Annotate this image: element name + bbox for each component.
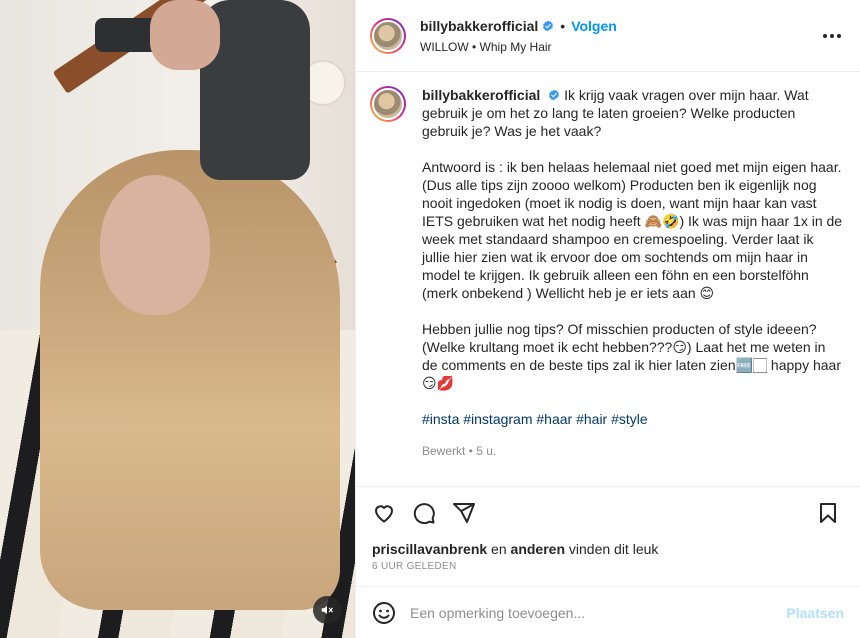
likes-connector: en [487,541,511,557]
action-bar [356,487,860,539]
caption-avatar[interactable] [370,86,406,122]
comment-button[interactable] [412,501,436,525]
caption-area: billybakkerofficial Ik krijg vaak vragen… [356,72,860,487]
mute-toggle-button[interactable] [313,596,341,624]
caption-username-link[interactable]: billybakkerofficial [422,87,540,103]
username-link[interactable]: billybakkerofficial [420,18,538,34]
comment-icon [413,503,435,525]
video-face [100,175,210,315]
verified-badge-icon [543,20,554,31]
verified-badge-icon [549,89,560,101]
share-icon [453,503,475,523]
emoji-icon [373,601,395,624]
more-options-icon [823,33,841,38]
header-row: billybakkerofficial • Volgen [420,18,820,34]
post-comment-button[interactable]: Plaatsen [786,605,844,621]
caption-avatar-image [372,88,404,120]
save-button[interactable] [816,501,840,525]
hashtags[interactable]: #insta #instagram #haar #hair #style [422,410,844,428]
comment-input[interactable] [410,604,787,621]
audio-link[interactable]: WILLOW • Whip My Hair [420,40,820,54]
share-button[interactable] [452,501,476,525]
likes-suffix: vinden dit leuk [565,541,659,557]
header-text: billybakkerofficial • Volgen WILLOW • Wh… [420,18,820,54]
post-header: billybakkerofficial • Volgen WILLOW • Wh… [356,0,860,72]
post-sidebar: billybakkerofficial • Volgen WILLOW • Wh… [355,0,860,638]
follow-button[interactable]: Volgen [571,18,617,34]
avatar-image [372,19,404,52]
caption-paragraph-3: Hebben jullie nog tips? Of misschien pro… [422,321,841,391]
separator-dot: • [560,17,566,34]
caption-paragraph-1: billybakkerofficial Ik krijg vaak vragen… [422,86,844,140]
bookmark-icon [820,503,836,523]
caption-text: billybakkerofficial Ik krijg vaak vragen… [422,86,844,460]
edited-label: Bewerkt • 5 u. [422,444,497,458]
likes-others-link[interactable]: anderen [511,541,565,557]
post-timestamp[interactable]: 6 UUR GELEDEN [356,557,860,586]
likes-summary: priscillavanbrenk en anderen vinden dit … [356,539,860,557]
video-hand [150,0,220,70]
avatar[interactable] [370,17,406,54]
post-video[interactable] [0,0,355,638]
emoji-button[interactable] [372,601,396,625]
heart-icon [375,505,393,523]
like-button[interactable] [372,501,396,525]
liker-username-link[interactable]: priscillavanbrenk [372,541,487,557]
muted-audio-icon [321,605,333,615]
caption: billybakkerofficial Ik krijg vaak vragen… [370,86,844,460]
caption-paragraph-2: Antwoord is : ik ben helaas helemaal nie… [422,159,843,301]
post-modal: billybakkerofficial • Volgen WILLOW • Wh… [0,0,860,638]
more-options-button[interactable] [820,24,844,48]
comment-bar: Plaatsen [356,586,860,638]
